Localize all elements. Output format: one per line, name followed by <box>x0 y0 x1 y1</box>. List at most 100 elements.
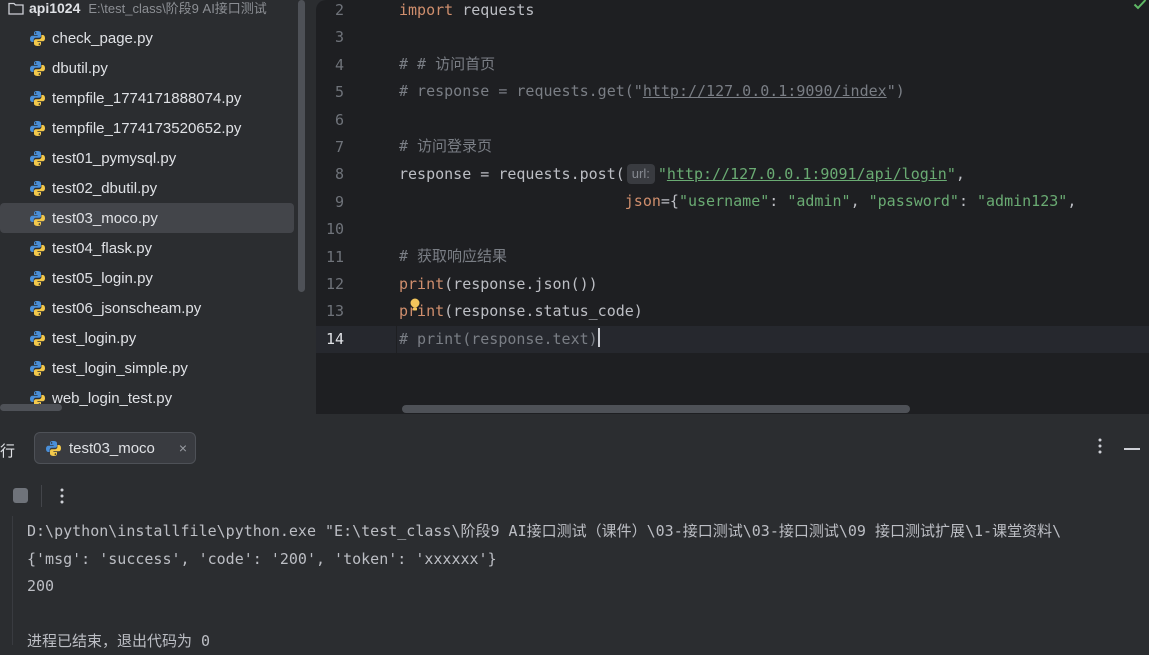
code-line-4[interactable]: # # 访问首页 <box>399 51 495 78</box>
code-line-8[interactable]: response = requests.post(url: "http://127… <box>399 161 965 188</box>
run-panel: 行 test03_moco × D:\python\installfile\py… <box>0 418 1149 650</box>
comment-text: ") <box>886 82 905 100</box>
tree-vertical-scrollbar[interactable] <box>298 0 305 292</box>
run-panel-title: 行 <box>0 443 16 460</box>
python-file-icon <box>30 270 45 286</box>
code-text: response = requests.post( <box>399 165 625 183</box>
string: "admin123" <box>977 192 1068 210</box>
file-list: check_page.py dbutil.py tempfile_177417188… <box>0 23 296 413</box>
comment-text: # response = requests.get(" <box>399 82 643 100</box>
code-line-7[interactable]: # 访问登录页 <box>399 133 492 160</box>
close-icon[interactable]: × <box>179 440 187 456</box>
code-text: : <box>958 192 977 210</box>
string: "password" <box>868 192 959 210</box>
more-options-icon[interactable] <box>1092 436 1108 456</box>
code-line-5[interactable]: # response = requests.get("http://127.0.… <box>399 78 905 105</box>
code-text: , <box>1067 192 1077 210</box>
code-text: (response.status_code) <box>444 302 643 320</box>
minimize-icon[interactable] <box>1124 448 1140 450</box>
python-file-icon <box>30 240 45 256</box>
string-quote: " <box>946 165 956 183</box>
console-gutter <box>12 516 13 645</box>
code-editor[interactable]: 2 3 4 5 6 7 8 9 10 11 12 13 14 import requests # # 访… <box>316 0 1149 414</box>
line-number[interactable]: 14 <box>316 326 344 353</box>
file-item[interactable]: test06_jsonscheam.py <box>0 293 296 323</box>
run-tab-test03-moco[interactable]: test03_moco × <box>34 432 196 464</box>
named-parameter: json <box>624 192 661 210</box>
project-root[interactable]: api1024 E:\test_class\阶段9 AI接口测试 <box>0 0 267 17</box>
parameter-hint: url: <box>626 164 655 184</box>
editor-horizontal-scrollbar[interactable] <box>402 405 910 413</box>
line-number[interactable]: 4 <box>316 52 344 79</box>
line-number[interactable]: 10 <box>316 216 344 243</box>
line-number[interactable]: 3 <box>316 24 344 51</box>
code-text: (response.json()) <box>444 275 598 293</box>
file-item[interactable]: tempfile_1774171888074.py <box>0 83 296 113</box>
code-line-11[interactable]: # 获取响应结果 <box>399 243 507 270</box>
file-name: test06_jsonscheam.py <box>52 299 202 317</box>
code-line-13[interactable]: print(response.status_code) <box>399 298 643 325</box>
keyword: import <box>399 1 454 19</box>
code-text: requests <box>453 1 535 19</box>
line-number[interactable]: 8 <box>316 161 344 188</box>
url-link[interactable]: http://127.0.0.1:9091/api/login <box>667 165 947 183</box>
run-tab-label: test03_moco <box>69 439 155 457</box>
file-name: check_page.py <box>52 29 153 47</box>
tree-horizontal-scrollbar[interactable] <box>0 404 62 411</box>
line-number[interactable]: 7 <box>316 134 344 161</box>
line-number[interactable]: 9 <box>316 189 344 216</box>
file-name: test05_login.py <box>52 269 153 287</box>
toolbar-more-icon[interactable] <box>55 486 69 506</box>
line-number[interactable]: 13 <box>316 298 344 325</box>
line-number[interactable]: 5 <box>316 79 344 106</box>
console-line: {'msg': 'success', 'code': '200', 'token… <box>27 550 497 568</box>
file-name: test02_dbutil.py <box>52 179 158 197</box>
console-line: D:\python\installfile\python.exe "E:\tes… <box>27 522 1062 540</box>
file-name: test_login_simple.py <box>52 359 188 377</box>
comment-url-link[interactable]: http://127.0.0.1:9090/index <box>643 82 887 100</box>
code-line-12[interactable]: print(response.json()) <box>399 271 598 298</box>
file-name: test03_moco.py <box>52 209 158 227</box>
inspection-ok-icon[interactable] <box>1133 0 1147 10</box>
file-item[interactable]: test01_pymysql.py <box>0 143 296 173</box>
code-line-9[interactable]: json={"username": "admin", "password": "… <box>399 188 1077 215</box>
python-file-icon <box>30 330 45 346</box>
builtin-function: print <box>399 302 445 320</box>
file-item[interactable]: test05_login.py <box>0 263 296 293</box>
file-item[interactable]: tempfile_1774173520652.py <box>0 113 296 143</box>
file-name: tempfile_1774171888074.py <box>52 89 242 107</box>
python-file-icon <box>30 360 45 376</box>
python-file-icon <box>30 300 45 316</box>
python-file-icon <box>30 120 45 136</box>
python-file-icon <box>30 210 45 226</box>
file-item[interactable]: test02_dbutil.py <box>0 173 296 203</box>
code-line-14[interactable]: # print(response.text) <box>399 326 600 353</box>
lightbulb-icon[interactable] <box>410 298 420 311</box>
file-name: test01_pymysql.py <box>52 149 177 167</box>
line-number[interactable]: 6 <box>316 107 344 134</box>
string: "admin" <box>787 192 851 210</box>
python-file-icon <box>30 150 45 166</box>
line-number[interactable]: 12 <box>316 271 344 298</box>
file-item[interactable]: test_login_simple.py <box>0 353 296 383</box>
builtin-function: print <box>399 275 445 293</box>
text-cursor <box>597 328 600 347</box>
code-line-2[interactable]: import requests <box>399 0 534 24</box>
line-number[interactable]: 2 <box>316 0 344 24</box>
file-name: web_login_test.py <box>52 389 173 407</box>
python-file-icon <box>30 180 45 196</box>
line-number[interactable]: 11 <box>316 244 344 271</box>
gutter-separator <box>396 0 397 414</box>
code-text: ={ <box>660 192 679 210</box>
file-item[interactable]: test04_flask.py <box>0 233 296 263</box>
file-item[interactable]: test03_moco.py <box>0 203 294 233</box>
file-item[interactable]: check_page.py <box>0 23 296 53</box>
stop-button[interactable] <box>13 488 28 503</box>
file-item[interactable]: test_login.py <box>0 323 296 353</box>
python-file-icon <box>30 60 45 76</box>
file-item[interactable]: dbutil.py <box>0 53 296 83</box>
string: "username" <box>678 192 770 210</box>
file-name: tempfile_1774173520652.py <box>52 119 242 137</box>
line-number-gutter: 2 3 4 5 6 7 8 9 10 11 12 13 14 <box>316 0 396 414</box>
